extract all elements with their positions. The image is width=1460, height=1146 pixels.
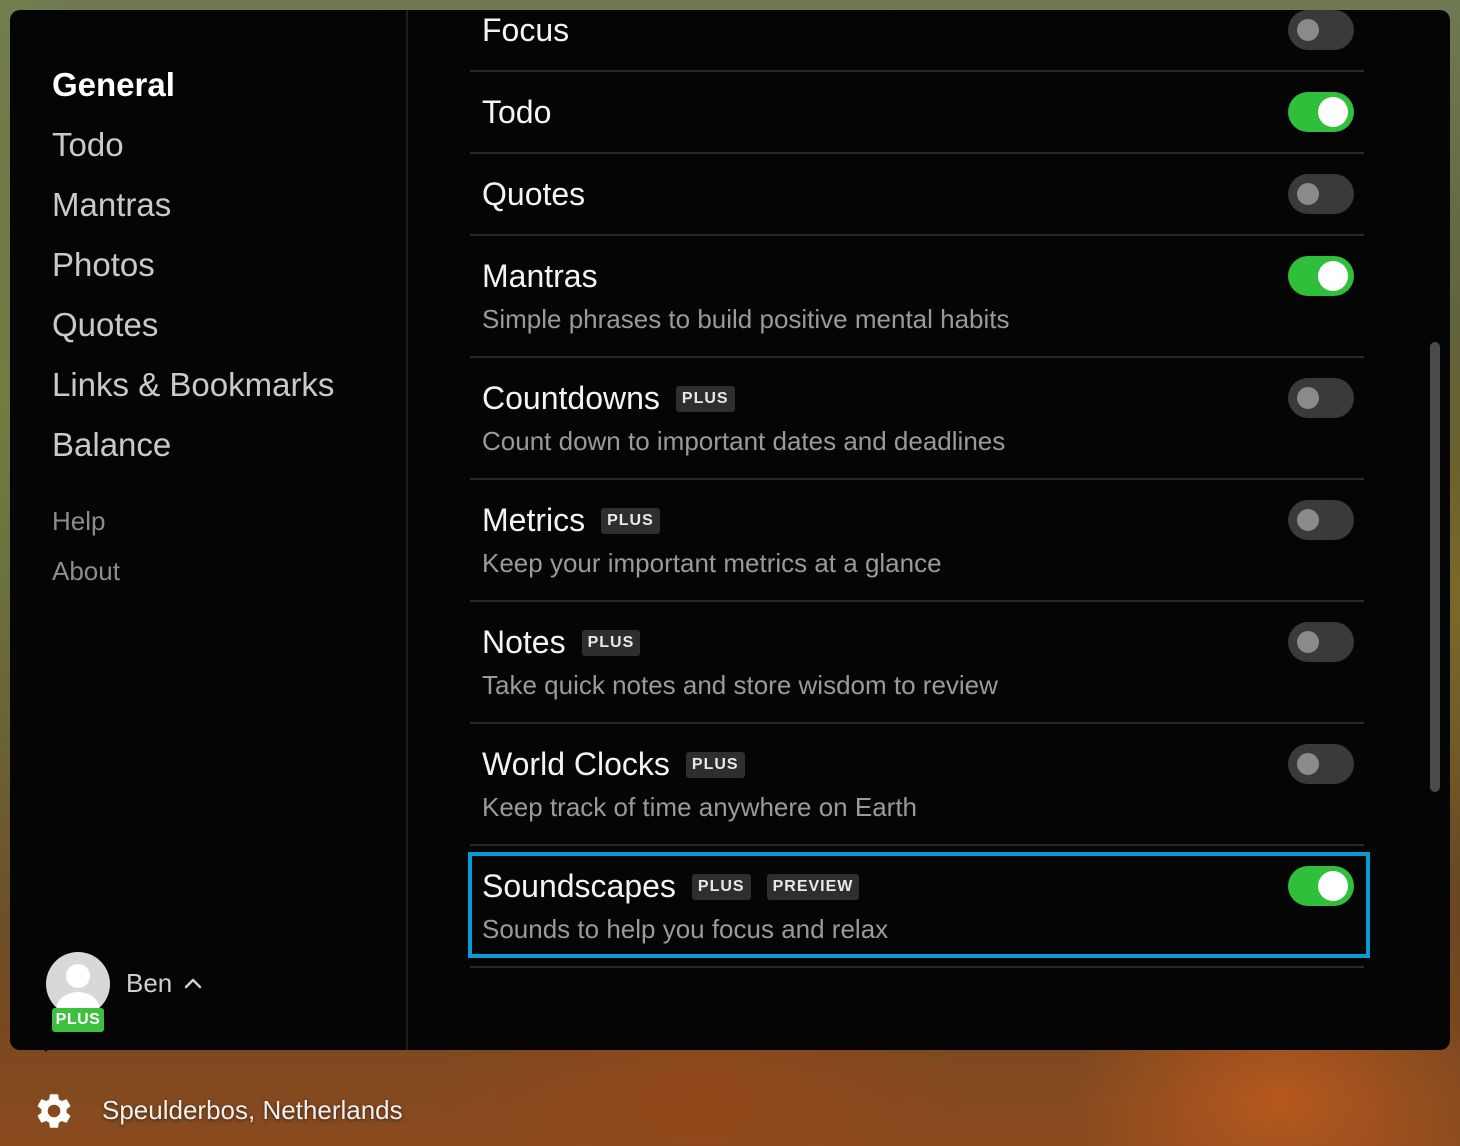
setting-title-text: Quotes	[482, 176, 586, 212]
photo-location[interactable]: Speulderbos, Netherlands	[102, 1095, 403, 1126]
toggle-knob	[1297, 387, 1319, 409]
toggle-knob	[1297, 631, 1319, 653]
avatar[interactable]	[46, 952, 110, 1016]
setting-title: Countdowns PLUS	[482, 380, 735, 417]
plus-badge: PLUS	[675, 385, 735, 412]
sidebar-item-todo[interactable]: Todo	[52, 126, 124, 164]
toggle-quotes[interactable]	[1288, 174, 1354, 214]
setting-title-text: Soundscapes	[482, 868, 676, 904]
plus-badge: PLUS	[691, 873, 751, 900]
sidebar-item-mantras[interactable]: Mantras	[52, 186, 171, 224]
gear-icon[interactable]	[33, 1090, 75, 1132]
sidebar-item-general[interactable]: General	[52, 66, 175, 104]
toggle-knob	[1297, 19, 1319, 41]
toggle-knob	[1318, 97, 1348, 127]
toggle-notes[interactable]	[1288, 622, 1354, 662]
setting-title: Notes PLUS	[482, 624, 641, 661]
panel-pointer	[36, 1040, 56, 1052]
setting-title-text: Mantras	[482, 258, 598, 294]
sidebar-item-links-bookmarks[interactable]: Links & Bookmarks	[52, 366, 334, 404]
setting-title: World Clocks PLUS	[482, 746, 745, 783]
toggle-soundscapes[interactable]	[1288, 866, 1354, 906]
toggle-knob	[1297, 183, 1319, 205]
setting-row-countdowns: Countdowns PLUS Count down to important d…	[470, 358, 1364, 480]
sidebar-item-quotes[interactable]: Quotes	[52, 306, 158, 344]
toggle-knob	[1297, 509, 1319, 531]
toggle-world-clocks[interactable]	[1288, 744, 1354, 784]
setting-title-text: Focus	[482, 12, 570, 48]
scrollbar[interactable]	[1430, 342, 1440, 792]
user-name[interactable]: Ben	[126, 968, 172, 999]
avatar-head	[66, 964, 90, 988]
toggle-knob	[1318, 261, 1348, 291]
setting-title-text: Notes	[482, 624, 566, 660]
setting-row-notes: Notes PLUS Take quick notes and store wis…	[470, 602, 1364, 724]
sidebar-item-balance[interactable]: Balance	[52, 426, 171, 464]
setting-row-soundscapes: Soundscapes PLUS PREVIEW Sounds to help yo…	[470, 846, 1364, 968]
setting-row-mantras: Mantras Simple phrases to build positive…	[470, 236, 1364, 358]
setting-title: Metrics PLUS	[482, 502, 660, 539]
setting-title-text: Todo	[482, 94, 552, 130]
toggle-todo[interactable]	[1288, 92, 1354, 132]
plus-badge: PLUS	[601, 507, 660, 534]
toggle-focus[interactable]	[1288, 10, 1354, 50]
setting-title-text: World Clocks	[482, 746, 670, 782]
setting-title: Soundscapes PLUS PREVIEW	[482, 868, 860, 905]
setting-description: Simple phrases to build positive mental …	[482, 304, 1010, 334]
settings-sidebar: General Todo Mantras Photos Quotes Links…	[10, 10, 408, 1050]
user-plus-badge: PLUS	[52, 1008, 104, 1032]
setting-title-text: Metrics	[482, 502, 586, 538]
setting-description: Take quick notes and store wisdom to rev…	[482, 670, 998, 700]
setting-row-todo: Todo	[470, 72, 1364, 154]
setting-title: Focus	[482, 12, 569, 49]
toggle-metrics[interactable]	[1288, 500, 1354, 540]
setting-title: Mantras	[482, 258, 598, 295]
toggle-knob	[1297, 753, 1319, 775]
setting-description: Keep track of time anywhere on Earth	[482, 792, 918, 822]
setting-row-world-clocks: World Clocks PLUS Keep track of time anyw…	[470, 724, 1364, 846]
settings-list: Focus Todo Quotes Mantras Simple phrases…	[470, 10, 1366, 1050]
setting-title-text: Countdowns	[482, 380, 660, 416]
setting-row-focus: Focus	[470, 10, 1364, 72]
settings-panel: General Todo Mantras Photos Quotes Links…	[10, 10, 1450, 1050]
toggle-knob	[1318, 871, 1348, 901]
setting-title: Todo	[482, 94, 551, 131]
sidebar-item-about[interactable]: About	[52, 556, 120, 587]
plus-badge: PLUS	[685, 751, 745, 778]
toggle-mantras[interactable]	[1288, 256, 1354, 296]
plus-badge: PLUS	[581, 629, 641, 656]
setting-row-quotes: Quotes	[470, 154, 1364, 236]
sidebar-item-help[interactable]: Help	[52, 506, 105, 537]
chevron-up-icon[interactable]	[184, 976, 202, 990]
toggle-countdowns[interactable]	[1288, 378, 1354, 418]
setting-description: Keep your important metrics at a glance	[482, 548, 942, 578]
setting-title: Quotes	[482, 176, 585, 213]
setting-description: Count down to important dates and deadli…	[482, 426, 1006, 456]
setting-description: Sounds to help you focus and relax	[482, 914, 889, 944]
preview-badge: PREVIEW	[766, 873, 860, 900]
setting-row-metrics: Metrics PLUS Keep your important metrics …	[470, 480, 1364, 602]
sidebar-item-photos[interactable]: Photos	[52, 246, 155, 284]
